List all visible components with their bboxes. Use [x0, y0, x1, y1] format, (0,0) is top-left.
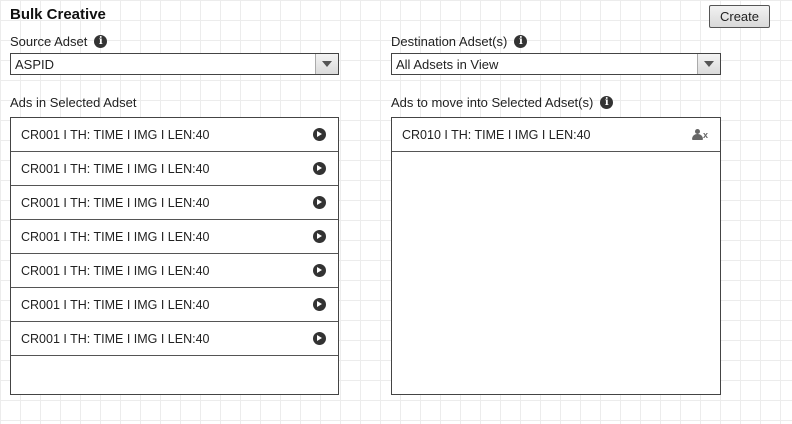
ad-label: CR001 I TH: TIME I IMG I LEN:40 [21, 331, 210, 346]
list-item[interactable]: CR001 I TH: TIME I IMG I LEN:40 [11, 152, 338, 186]
ad-label: CR001 I TH: TIME I IMG I LEN:40 [21, 263, 210, 278]
source-adset-label-text: Source Adset [10, 34, 88, 49]
list-item[interactable]: CR001 I TH: TIME I IMG I LEN:40 [11, 288, 338, 322]
arrow-circle-right-icon[interactable] [313, 162, 326, 175]
arrow-circle-right-icon[interactable] [313, 264, 326, 277]
destination-ads-list[interactable]: CR010 I TH: TIME I IMG I LEN:40 x [391, 117, 721, 395]
destination-adset-label-text: Destination Adset(s) [391, 34, 508, 49]
chevron-down-icon[interactable] [697, 54, 720, 74]
arrow-circle-right-icon[interactable] [313, 332, 326, 345]
arrow-circle-right-icon[interactable] [313, 196, 326, 209]
source-adset-label: Source Adset i [10, 34, 108, 49]
create-button[interactable]: Create [709, 5, 770, 28]
ad-label: CR001 I TH: TIME I IMG I LEN:40 [21, 195, 210, 210]
ad-label: CR010 I TH: TIME I IMG I LEN:40 [402, 127, 591, 142]
list-item[interactable]: CR001 I TH: TIME I IMG I LEN:40 [11, 322, 338, 356]
ad-label: CR001 I TH: TIME I IMG I LEN:40 [21, 161, 210, 176]
info-icon[interactable]: i [600, 96, 614, 109]
list-item[interactable]: CR010 I TH: TIME I IMG I LEN:40 x [392, 118, 720, 152]
destination-adset-select[interactable]: All Adsets in View [391, 53, 721, 75]
list-item[interactable]: CR001 I TH: TIME I IMG I LEN:40 [11, 186, 338, 220]
chevron-down-icon[interactable] [315, 54, 338, 74]
destination-list-label: Ads to move into Selected Adset(s) i [391, 95, 614, 110]
info-icon[interactable]: i [94, 35, 108, 48]
list-item[interactable]: CR001 I TH: TIME I IMG I LEN:40 [11, 220, 338, 254]
source-ads-list[interactable]: CR001 I TH: TIME I IMG I LEN:40 CR001 I … [10, 117, 339, 395]
arrow-circle-right-icon[interactable] [313, 128, 326, 141]
arrow-circle-right-icon[interactable] [313, 230, 326, 243]
list-item[interactable]: CR001 I TH: TIME I IMG I LEN:40 [11, 118, 338, 152]
source-list-label-text: Ads in Selected Adset [10, 95, 137, 110]
remove-user-icon[interactable]: x [692, 128, 710, 141]
arrow-circle-right-icon[interactable] [313, 298, 326, 311]
source-list-label: Ads in Selected Adset [10, 95, 136, 110]
destination-adset-value: All Adsets in View [396, 56, 499, 72]
source-adset-select[interactable]: ASPID [10, 53, 339, 75]
destination-adset-label: Destination Adset(s) i [391, 34, 528, 49]
ad-label: CR001 I TH: TIME I IMG I LEN:40 [21, 229, 210, 244]
page-title: Bulk Creative [10, 6, 106, 23]
list-item[interactable]: CR001 I TH: TIME I IMG I LEN:40 [11, 254, 338, 288]
ad-label: CR001 I TH: TIME I IMG I LEN:40 [21, 297, 210, 312]
info-icon[interactable]: i [514, 35, 528, 48]
destination-list-label-text: Ads to move into Selected Adset(s) [391, 95, 594, 110]
source-adset-value: ASPID [15, 56, 55, 72]
ad-label: CR001 I TH: TIME I IMG I LEN:40 [21, 127, 210, 142]
